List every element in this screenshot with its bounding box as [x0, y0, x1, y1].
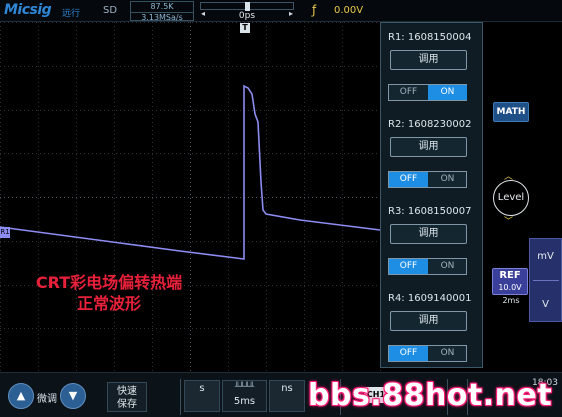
sample-rate: 3.13MSa/s — [131, 12, 193, 22]
grid-lines — [0, 22, 381, 372]
chevron-down-icon[interactable]: ﹀ — [504, 214, 513, 227]
ref-recall-button[interactable]: 调用 — [390, 50, 467, 70]
ref-toggle[interactable]: OFF ON — [388, 84, 467, 101]
watermark-text: bbs.88hot.net — [308, 378, 553, 413]
triangle-down-icon[interactable]: ▼ — [60, 383, 86, 409]
ref-toggle[interactable]: OFF ON — [388, 171, 467, 188]
triangle-up-icon[interactable]: ▲ — [8, 383, 34, 409]
ref-tab-volts: 10.0V — [498, 283, 522, 292]
timebase-value: 5ms — [233, 396, 256, 407]
timebase-ruler-icon: ╨╨╨╨ — [234, 382, 255, 391]
sample-rate-box[interactable]: 87.5K 3.13MSa/s — [130, 1, 194, 22]
toggle-off[interactable]: OFF — [389, 259, 428, 274]
ref-title: R4: 1609140001 — [388, 293, 472, 304]
quick-save-line-1: 快速 — [117, 386, 137, 397]
ref-tab-name: REF — [499, 270, 521, 281]
quick-save-button[interactable]: 快速 保存 — [107, 382, 147, 412]
math-button[interactable]: MATH — [493, 102, 529, 122]
toolbar-divider — [180, 379, 181, 415]
ref-recall-button[interactable]: 调用 — [390, 311, 467, 331]
timebase-control[interactable]: ╨╨╨╨ 5ms — [222, 380, 267, 412]
brand-logo-cn: 远行 — [62, 9, 81, 19]
horizontal-position-bar[interactable]: ◂ ▸ 0ps — [200, 2, 294, 21]
reference-panel: R1: 1608150004 调用 OFF ON R2: 1608230002 … — [380, 22, 483, 368]
ref-title: R2: 1608230002 — [388, 119, 472, 130]
toggle-off[interactable]: OFF — [389, 172, 428, 187]
fine-adjust-label: 微调 — [37, 394, 57, 405]
annotation-line-1: CRT彩电场偏转热端 — [35, 273, 183, 292]
trigger-marker[interactable]: T — [240, 23, 250, 33]
toggle-off[interactable]: OFF — [389, 85, 428, 100]
vertical-unit-selector[interactable]: mV V — [529, 238, 562, 322]
channel-marker[interactable]: R1 — [0, 227, 10, 238]
acquisition-mode[interactable]: SD — [103, 5, 117, 16]
ref-slot-r2: R2: 1608230002 调用 OFF ON — [381, 110, 484, 197]
timebase-unit-ns-button[interactable]: ns — [269, 380, 305, 412]
toggle-off[interactable]: OFF — [389, 346, 428, 361]
ref-slot-r1: R1: 1608150004 调用 OFF ON — [381, 23, 484, 110]
ref-channel-tab[interactable]: REF 10.0V — [492, 268, 528, 295]
ref-recall-button[interactable]: 调用 — [390, 224, 467, 244]
unit-v-option[interactable]: V — [530, 299, 561, 310]
unit-mv-option[interactable]: mV — [530, 251, 561, 262]
ref-toggle[interactable]: OFF ON — [388, 345, 467, 362]
position-track[interactable] — [200, 2, 294, 11]
unit-divider — [533, 280, 559, 281]
toggle-on[interactable]: ON — [428, 346, 467, 361]
annotation-text: CRT彩电场偏转热端 正常波形 — [14, 272, 204, 314]
position-cursor[interactable] — [245, 2, 250, 11]
waveform-trace — [0, 84, 381, 260]
status-bar: Micsig 远行 SD 87.5K 3.13MSa/s ◂ ▸ 0ps ƒ 0… — [0, 0, 562, 22]
ref-toggle[interactable]: OFF ON — [388, 258, 467, 275]
rising-edge-icon[interactable]: ƒ — [312, 3, 316, 17]
timebase-unit-s-button[interactable]: s — [184, 380, 220, 412]
toggle-on[interactable]: ON — [428, 85, 467, 100]
toggle-on[interactable]: ON — [428, 172, 467, 187]
ref-tab-timebase: 2ms — [502, 296, 520, 305]
level-knob[interactable]: Level — [493, 180, 529, 216]
brand-logo: Micsig — [4, 2, 52, 18]
trigger-position: 0ps — [238, 11, 256, 21]
toggle-on[interactable]: ON — [428, 259, 467, 274]
memory-depth: 87.5K — [150, 2, 174, 11]
ref-recall-button[interactable]: 调用 — [390, 137, 467, 157]
ref-slot-r3: R3: 1608150007 调用 OFF ON — [381, 197, 484, 284]
ref-slot-r4: R4: 1609140001 调用 OFF ON — [381, 284, 484, 371]
trigger-level[interactable]: 0.00V — [334, 5, 363, 16]
quick-save-line-2: 保存 — [117, 399, 137, 410]
annotation-line-2: 正常波形 — [76, 294, 141, 313]
ref-title: R1: 1608150004 — [388, 32, 472, 43]
ref-title: R3: 1608150007 — [388, 206, 472, 217]
